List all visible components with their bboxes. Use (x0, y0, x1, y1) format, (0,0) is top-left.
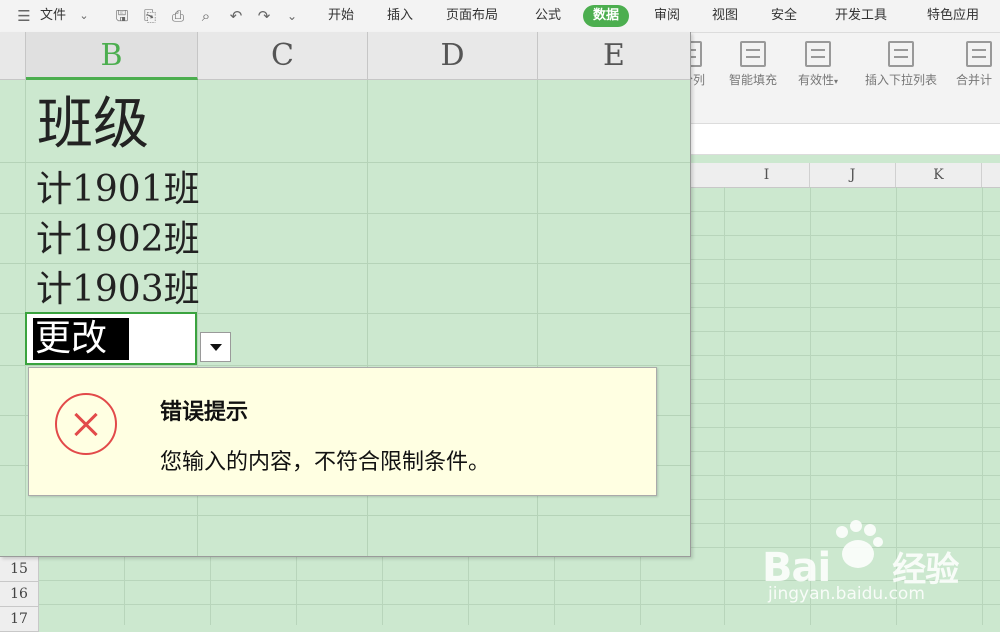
grid-line (124, 556, 125, 625)
insert-dropdown-list-button[interactable]: 插入下拉列表 (855, 41, 947, 103)
validation-dropdown-button[interactable] (200, 332, 231, 362)
grid-line (690, 499, 1000, 500)
column-header-d[interactable]: D (368, 32, 538, 80)
watermark-url: jingyan.baidu.com (768, 584, 925, 604)
selected-text[interactable]: 更改 (33, 318, 129, 360)
undo-icon[interactable]: ↶ (226, 6, 246, 26)
print-preview-icon[interactable]: ⌕ (196, 6, 216, 26)
error-tooltip: 错误提示 您输入的内容，不符合限制条件。 (28, 367, 657, 496)
grid-line (296, 556, 297, 625)
grid-line (382, 556, 383, 625)
redo-icon[interactable]: ↷ (254, 6, 274, 26)
baidu-watermark: Bai 经验 jingyan.baidu.com (760, 520, 990, 610)
tab-page-layout[interactable]: 页面布局 (446, 0, 498, 32)
chevron-down-icon[interactable]: ⌄ (74, 6, 94, 26)
column-header-strip: I J K (690, 163, 1000, 188)
grid-line (690, 283, 1000, 284)
tab-security[interactable]: 安全 (771, 0, 797, 32)
tab-view[interactable]: 视图 (712, 0, 738, 32)
active-cell-editor[interactable]: 更改 (25, 312, 197, 365)
grid-line (690, 331, 1000, 332)
grid-line (690, 475, 1000, 476)
grid-line (0, 162, 690, 163)
grid-line (690, 379, 1000, 380)
menu-bar: ☰ 文件 ⌄ 🖫 ⎘ ⎙ ⌕ ↶ ↷ ⌄ 开始 插入 页面布局 公式 数据 审阅… (0, 0, 1000, 33)
grid-line (0, 263, 690, 264)
grid-line (690, 355, 1000, 356)
validation-button[interactable]: 有效性▾ (790, 41, 846, 103)
insert-dropdown-icon (888, 41, 914, 67)
row-header-16[interactable]: 16 (0, 582, 39, 607)
column-header-k[interactable]: K (896, 163, 982, 187)
hamburger-menu-icon[interactable]: ☰ (14, 6, 34, 26)
tab-data[interactable]: 数据 (583, 5, 630, 27)
tab-review[interactable]: 审阅 (654, 0, 680, 32)
cell-b4[interactable]: 计1903班 (36, 268, 200, 312)
grid-line (554, 556, 555, 625)
dropdown-arrow-icon: ▾ (834, 77, 839, 86)
grid-line (210, 556, 211, 625)
row-header-15[interactable]: 15 (0, 557, 39, 582)
grid-line (690, 427, 1000, 428)
column-header-e[interactable]: E (538, 32, 690, 80)
grid-line (690, 211, 1000, 212)
cell-b2[interactable]: 计1901班 (36, 168, 200, 212)
grid-line (0, 365, 690, 366)
print-icon[interactable]: ⎙ (168, 6, 188, 26)
grid-line (0, 213, 690, 214)
column-header-i[interactable]: I (724, 163, 810, 187)
tab-insert[interactable]: 插入 (387, 0, 413, 32)
error-x-circle-icon (55, 393, 117, 455)
grid-line (640, 556, 641, 625)
consolidate-icon (966, 41, 992, 67)
error-title: 错误提示 (160, 400, 249, 425)
grid-line (724, 187, 725, 625)
tab-home[interactable]: 开始 (328, 0, 354, 32)
file-menu[interactable]: 文件 (40, 0, 66, 32)
corner-header (0, 32, 26, 80)
validation-icon (805, 41, 831, 67)
row-header-17[interactable]: 17 (0, 607, 39, 632)
grid-line (690, 259, 1000, 260)
save-icon[interactable]: 🖫 (112, 6, 132, 26)
customize-toolbar-icon[interactable]: ⌄ (282, 6, 302, 26)
cell-b1[interactable]: 班级 (37, 90, 149, 160)
tab-developer[interactable]: 开发工具 (835, 0, 887, 32)
consolidate-button[interactable]: 合并计 (954, 41, 1000, 103)
tab-special-apps[interactable]: 特色应用 (927, 0, 979, 32)
tab-formulas[interactable]: 公式 (535, 0, 561, 32)
grid-line (690, 451, 1000, 452)
column-header-j[interactable]: J (810, 163, 896, 187)
grid-line (690, 307, 1000, 308)
grid-line (0, 515, 690, 516)
cell-b3[interactable]: 计1902班 (36, 218, 200, 262)
smart-fill-button[interactable]: 智能填充 (722, 41, 784, 103)
grid-line (690, 403, 1000, 404)
column-header-b[interactable]: B (26, 32, 198, 80)
error-message: 您输入的内容，不符合限制条件。 (160, 450, 491, 475)
smart-fill-icon (740, 41, 766, 67)
grid-line (468, 556, 469, 625)
grid-line (690, 235, 1000, 236)
format-painter-icon[interactable]: ⎘ (140, 6, 160, 26)
column-header-c[interactable]: C (198, 32, 368, 80)
